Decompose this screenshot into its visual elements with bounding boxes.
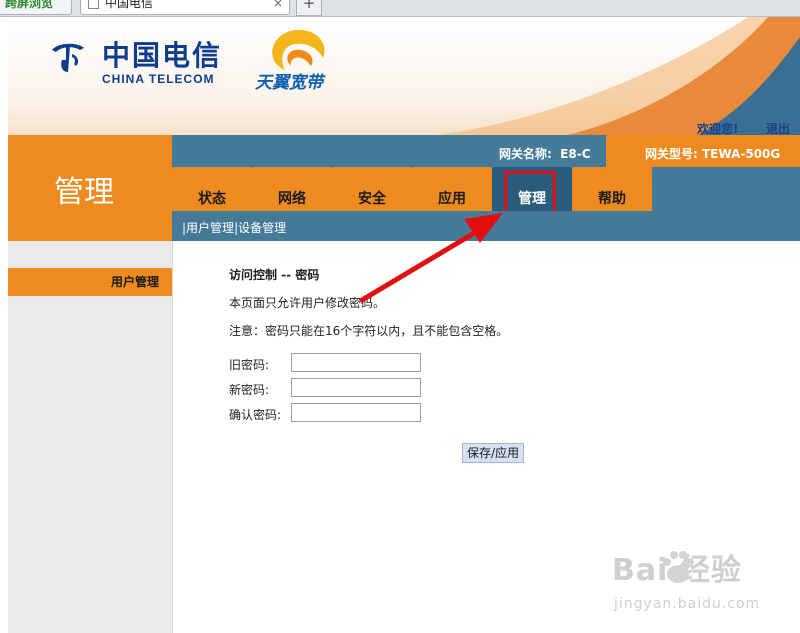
tab-help[interactable]: 帮助 (572, 167, 652, 211)
old-password-field[interactable] (291, 353, 421, 372)
gateway-name-value: E8-C (560, 147, 591, 161)
telecom-logo-icon (52, 43, 84, 72)
sub-nav-links: |用户管理|设备管理 (182, 221, 287, 235)
subnav-device-management[interactable]: 设备管理 (238, 221, 286, 235)
page-title: 访问控制 -- 密码 (229, 268, 320, 282)
tab-security[interactable]: 安全 (332, 167, 412, 211)
baidu-paw-icon (663, 551, 694, 583)
browser-tab-label: 跨屏浏览 (5, 0, 54, 10)
logo-english-text: CHINA TELECOM (102, 72, 215, 86)
gateway-type: 网关型号: TEWA-500G (645, 145, 780, 162)
page-description: 本页面只允许用户修改密码。 (229, 296, 386, 310)
browser-tab-active[interactable]: 中国电信 × (80, 0, 290, 15)
save-apply-button[interactable]: 保存/应用 (462, 443, 524, 463)
old-password-label: 旧密码: (229, 358, 270, 372)
subnav-user-management[interactable]: 用户管理 (186, 221, 234, 235)
browser-tab-label: 中国电信 (105, 0, 154, 10)
gateway-name-label: 网关名称: (499, 147, 552, 161)
left-sidebar (8, 241, 172, 633)
page-icon (88, 0, 99, 9)
confirm-password-label: 确认密码: (229, 408, 282, 422)
tianyi-broadband-text: 天翼宽带 (255, 73, 323, 93)
sidebar-item-user-management[interactable]: 用户管理 (8, 268, 172, 296)
china-telecom-logo: 中国电信 CHINA TELECOM (48, 34, 222, 86)
browser-tab-cross-screen[interactable]: 跨屏浏览 (0, 0, 72, 15)
new-password-label: 新密码: (229, 383, 270, 397)
tab-network[interactable]: 网络 (252, 167, 332, 211)
section-title: 管理 (54, 175, 114, 210)
close-tab-icon[interactable]: × (273, 0, 283, 10)
gateway-type-value: TEWA-500G (702, 147, 781, 161)
tab-application[interactable]: 应用 (412, 167, 492, 211)
watermark-url: jingyan.baidu.com (614, 596, 761, 612)
new-tab-button[interactable]: + (296, 0, 322, 16)
tab-status[interactable]: 状态 (172, 167, 252, 211)
gateway-type-label: 网关型号: (645, 147, 698, 161)
confirm-password-field[interactable] (291, 403, 421, 422)
gateway-name: 网关名称: E8-C (499, 145, 591, 162)
new-password-field[interactable] (291, 378, 421, 397)
page-note: 注意：密码只能在16个字符以内，且不能包含空格。 (229, 324, 509, 338)
